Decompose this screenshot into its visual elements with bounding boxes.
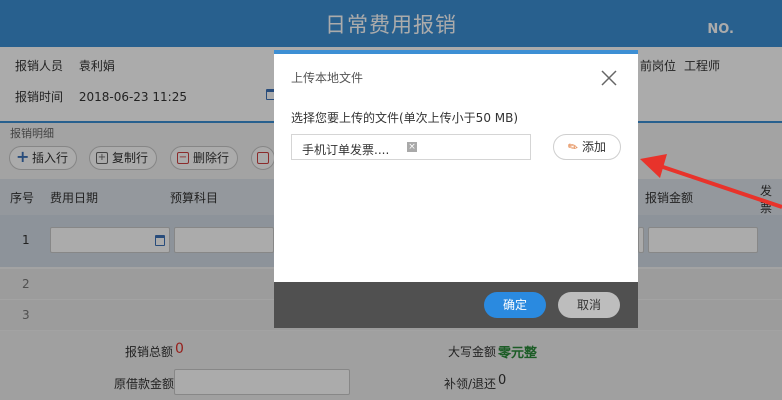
upload-dialog: 上传本地文件 选择您要上传的文件(单次上传小于50 MB) 手机订单发票....… xyxy=(274,50,638,328)
confirm-button[interactable]: 确定 xyxy=(484,292,546,318)
upload-prompt: 选择您要上传的文件(单次上传小于50 MB) xyxy=(291,111,519,125)
add-file-label: 添加 xyxy=(582,140,607,154)
paperclip-icon: ✎ xyxy=(565,138,581,156)
dialog-accent-bar xyxy=(274,50,638,54)
file-name: 手机订单发票.... xyxy=(302,143,390,157)
remove-file-icon[interactable]: × xyxy=(407,142,417,152)
cancel-button[interactable]: 取消 xyxy=(558,292,620,318)
close-icon[interactable] xyxy=(600,69,618,87)
dialog-title: 上传本地文件 xyxy=(291,71,364,85)
selected-file-box: 手机订单发票.... × xyxy=(291,134,531,160)
add-file-button[interactable]: ✎添加 xyxy=(553,134,621,160)
dialog-footer: 确定 取消 xyxy=(274,282,638,328)
